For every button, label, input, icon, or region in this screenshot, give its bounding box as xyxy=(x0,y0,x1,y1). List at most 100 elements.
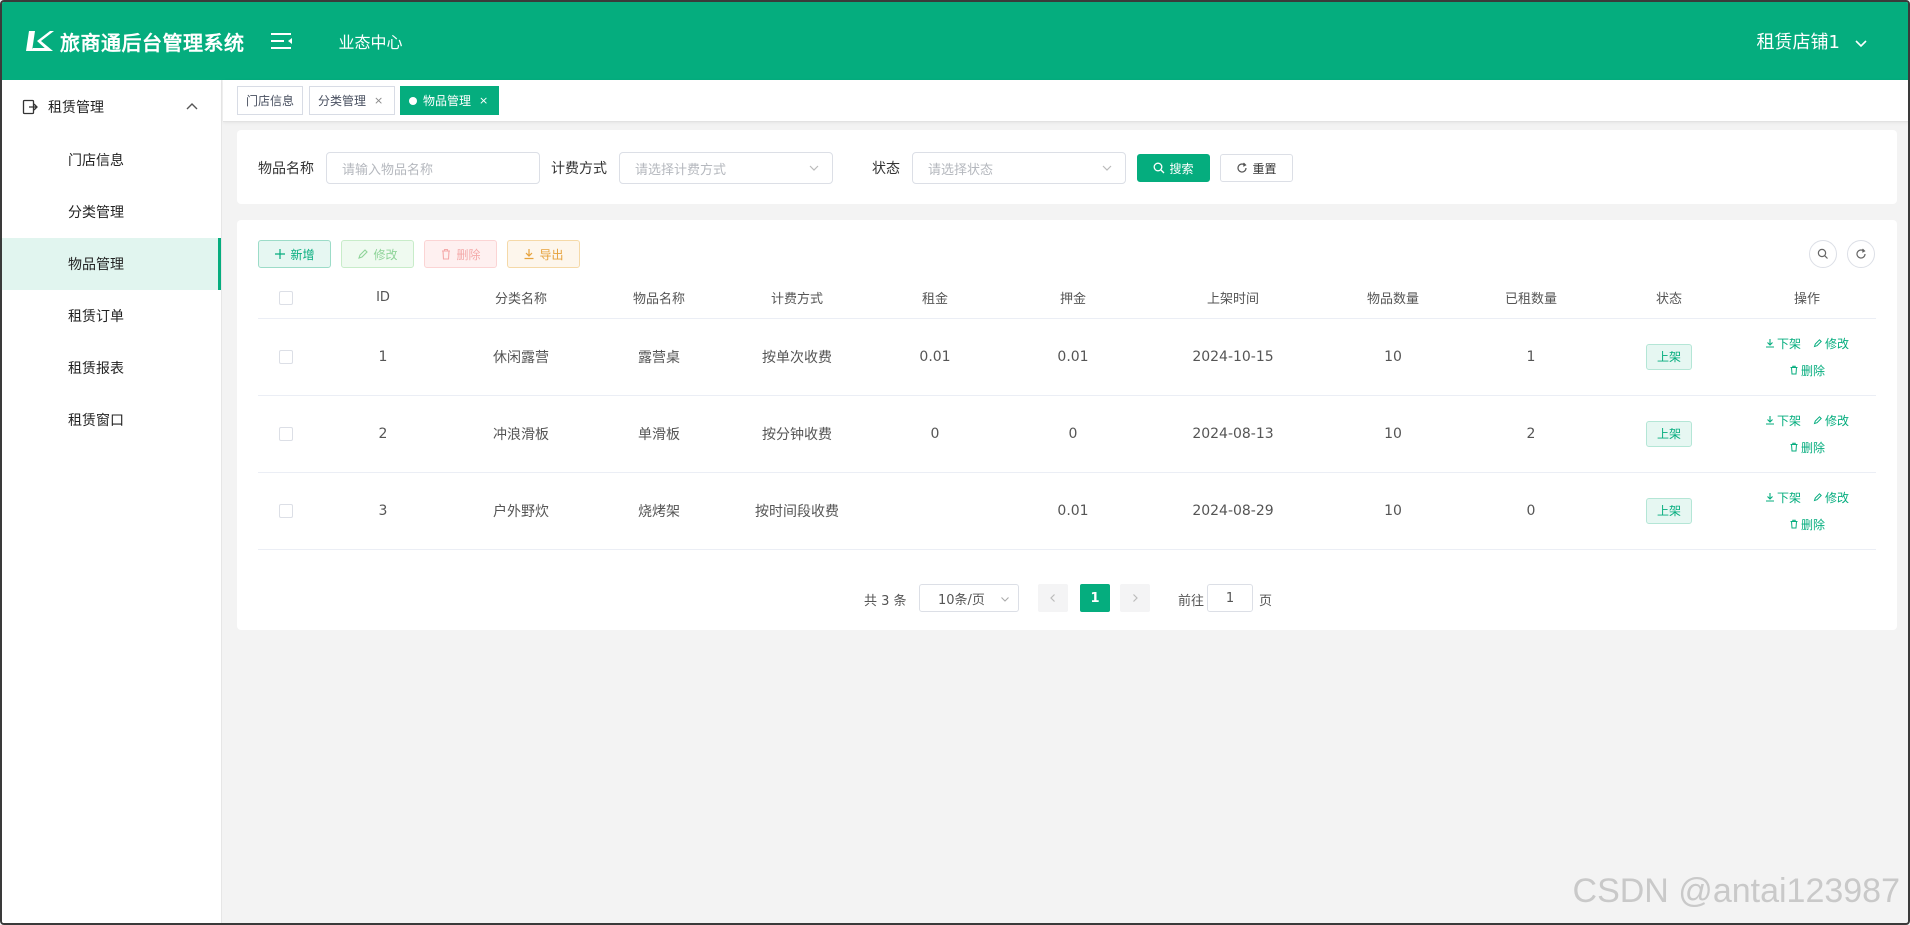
close-icon[interactable]: × xyxy=(374,94,383,107)
add-button[interactable]: 新增 xyxy=(258,240,331,268)
table-row: 1 休闲露营 露营桌 按单次收费 0.01 0.01 2024-10-15 10… xyxy=(258,318,1876,396)
column-header: 已租数量 xyxy=(1462,278,1600,319)
edit-label: 修改 xyxy=(1825,490,1850,505)
sidebar-item-goods[interactable]: 物品管理 xyxy=(2,238,221,290)
chevron-up-icon xyxy=(185,100,199,114)
offline-link[interactable]: 下架 xyxy=(1765,335,1801,352)
menu-fold-icon[interactable] xyxy=(270,32,293,50)
edit-button-label: 修改 xyxy=(373,247,398,262)
status-badge: 上架 xyxy=(1646,497,1692,524)
cell-billing: 按分钟收费 xyxy=(728,395,866,473)
goto-suffix: 页 xyxy=(1259,594,1273,609)
user-menu[interactable]: 租赁店铺1 xyxy=(1757,2,1868,80)
search-form: 物品名称 请输入物品名称 计费方式 请选择计费方式 状态 请选择状态 搜索 重置 xyxy=(237,130,1897,204)
app-logo[interactable]: 旅商通后台管理系统 xyxy=(26,27,245,56)
sidebar-item-label: 租赁订单 xyxy=(68,309,124,325)
edit-button[interactable]: 修改 xyxy=(341,240,414,268)
row-actions: 下架 修改 删除 xyxy=(1765,335,1849,379)
cell-quantity: 10 xyxy=(1324,395,1462,473)
sidebar-item-store-info[interactable]: 门店信息 xyxy=(2,134,221,186)
cell-id: 2 xyxy=(314,395,452,473)
sidebar-item-label: 物品管理 xyxy=(68,257,124,273)
column-header: ID xyxy=(314,278,452,319)
cell-name: 露营桌 xyxy=(590,318,728,396)
search-button[interactable]: 搜索 xyxy=(1137,154,1210,182)
delete-link[interactable]: 删除 xyxy=(1789,439,1825,456)
cell-deposit: 0.01 xyxy=(1004,318,1142,396)
delete-link[interactable]: 删除 xyxy=(1789,516,1825,533)
page-number-button[interactable]: 1 xyxy=(1080,584,1110,612)
column-header: 物品名称 xyxy=(590,278,728,319)
cell-billing: 按单次收费 xyxy=(728,318,866,396)
edit-icon xyxy=(1813,339,1822,348)
header-checkbox-cell xyxy=(258,278,314,319)
table-row: 2 冲浪滑板 单滑板 按分钟收费 0 0 2024-08-13 10 2 上架 … xyxy=(258,395,1876,473)
offline-label: 下架 xyxy=(1776,490,1801,505)
sidebar-item-window[interactable]: 租赁窗口 xyxy=(2,394,221,446)
reset-button[interactable]: 重置 xyxy=(1220,154,1293,182)
select-all-checkbox[interactable] xyxy=(279,290,293,305)
sidebar-group-rental[interactable]: 租赁管理 xyxy=(2,80,221,134)
row-checkbox[interactable] xyxy=(279,349,293,364)
top-header: 旅商通后台管理系统 业态中心 租赁店铺1 xyxy=(2,2,1908,80)
edit-link[interactable]: 修改 xyxy=(1813,412,1849,429)
row-checkbox[interactable] xyxy=(279,503,293,518)
delete-link[interactable]: 删除 xyxy=(1789,362,1825,379)
edit-icon xyxy=(358,249,369,259)
edit-icon xyxy=(1813,416,1822,425)
app-title: 旅商通后台管理系统 xyxy=(60,30,245,55)
tab-category[interactable]: 分类管理 × xyxy=(309,86,395,115)
tab-store-info[interactable]: 门店信息 xyxy=(237,86,303,115)
status-select[interactable]: 请选择状态 xyxy=(912,152,1126,184)
search-icon xyxy=(1817,248,1828,259)
goods-table: ID 分类名称 物品名称 计费方式 租金 押金 上架时间 物品数量 已租数量 状… xyxy=(258,278,1876,550)
nav-business-center[interactable]: 业态中心 xyxy=(339,29,403,53)
export-button[interactable]: 导出 xyxy=(507,240,580,268)
cell-name: 烧烤架 xyxy=(590,472,728,550)
item-name-input[interactable]: 请输入物品名称 xyxy=(326,152,540,184)
billing-select[interactable]: 请选择计费方式 xyxy=(619,152,833,184)
pagination-total: 共 3 条 xyxy=(864,594,907,609)
offline-link[interactable]: 下架 xyxy=(1765,412,1801,429)
billing-label: 计费方式 xyxy=(551,161,607,177)
column-header: 物品数量 xyxy=(1324,278,1462,319)
plus-icon xyxy=(275,249,286,259)
offline-link[interactable]: 下架 xyxy=(1765,489,1801,506)
cell-listed-date: 2024-10-15 xyxy=(1142,318,1324,396)
sidebar-item-orders[interactable]: 租赁订单 xyxy=(2,290,221,342)
pagination: 共 3 条 10条/页 1 前往 1 页 xyxy=(237,584,1897,614)
column-header: 操作 xyxy=(1738,278,1876,319)
refresh-icon xyxy=(1237,162,1248,173)
cell-rent xyxy=(866,472,1004,550)
edit-link[interactable]: 修改 xyxy=(1813,335,1849,352)
goto-label: 前往 xyxy=(1178,594,1205,609)
row-checkbox-cell xyxy=(258,318,314,396)
edit-label: 修改 xyxy=(1825,336,1850,351)
prev-page-button[interactable] xyxy=(1038,584,1068,612)
download-icon xyxy=(524,249,534,260)
search-icon xyxy=(1154,162,1165,174)
close-icon[interactable]: × xyxy=(479,94,488,107)
cell-ops: 下架 修改 删除 xyxy=(1738,318,1876,396)
cell-status: 上架 xyxy=(1600,318,1738,396)
sidebar-item-reports[interactable]: 租赁报表 xyxy=(2,342,221,394)
refresh-button[interactable] xyxy=(1847,240,1875,268)
tab-goods[interactable]: 物品管理 × xyxy=(400,86,499,115)
row-checkbox[interactable] xyxy=(279,426,293,441)
cell-rented: 1 xyxy=(1462,318,1600,396)
sidebar-item-category[interactable]: 分类管理 xyxy=(2,186,221,238)
cell-category: 休闲露营 xyxy=(452,318,590,396)
cell-category: 冲浪滑板 xyxy=(452,395,590,473)
delete-button[interactable]: 删除 xyxy=(424,240,497,268)
trash-icon xyxy=(442,248,451,260)
store-name: 租赁店铺1 xyxy=(1756,32,1840,53)
cell-rent: 0 xyxy=(866,395,1004,473)
row-actions: 下架 修改 删除 xyxy=(1765,412,1849,456)
goto-page-input[interactable]: 1 xyxy=(1207,584,1253,612)
row-actions-line: 下架 修改 xyxy=(1765,489,1849,506)
page-size-select[interactable]: 10条/页 xyxy=(919,584,1019,612)
toggle-search-button[interactable] xyxy=(1809,240,1837,268)
next-page-button[interactable] xyxy=(1120,584,1150,612)
chevron-down-icon xyxy=(1000,593,1010,603)
edit-link[interactable]: 修改 xyxy=(1813,489,1849,506)
